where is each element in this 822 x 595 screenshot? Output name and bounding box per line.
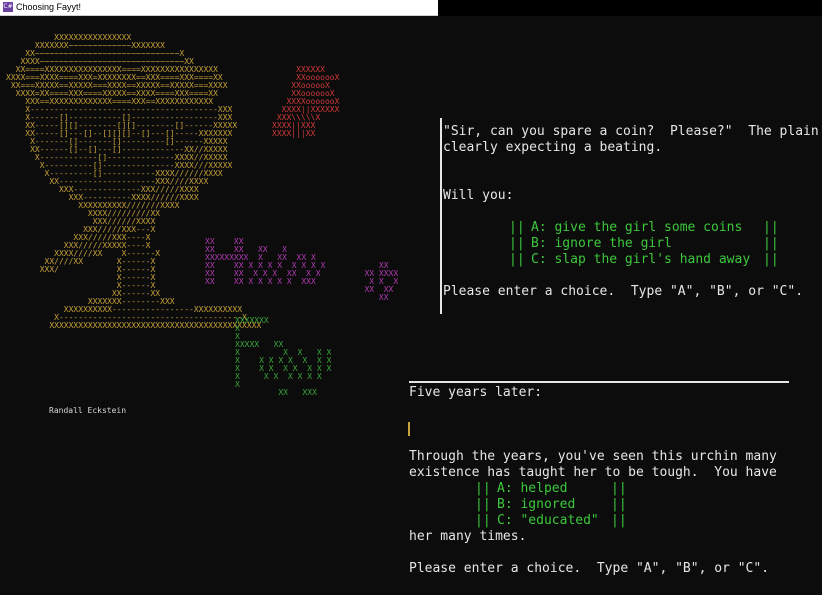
scene2-box-right: || || || <box>611 481 627 528</box>
window-titlebar[interactable]: C# Choosing Fayyt! <box>0 0 438 16</box>
console-app-icon: C# <box>3 2 13 12</box>
scene1-option-a[interactable]: A: give the girl some coins <box>531 220 742 236</box>
scene1-box-left: || || || <box>509 220 525 267</box>
scene1-line2: clearly expecting a beating. <box>443 140 663 155</box>
scene1-line1: "Sir, can you spare a coin? Please?" The… <box>443 124 819 139</box>
subtitle-ascii-art: XXXXXXX X X XXXXX XX X X X X X X X X X X… <box>235 316 332 397</box>
scene1-option-c[interactable]: C: slap the girl's hand away <box>531 252 750 268</box>
scene2-option-c[interactable]: C: "educated" <box>497 513 599 529</box>
scene1-divider <box>440 118 442 314</box>
scene1-box-right: || || || <box>763 220 779 267</box>
window-title: Choosing Fayyt! <box>16 2 82 12</box>
scene2-line2: existence has taught her to be tough. Yo… <box>409 465 777 480</box>
title-ascii-art: XX XX XX XX XX X XXXXXXXXX X XX XX X XX … <box>205 237 326 286</box>
scene2-option-a[interactable]: A: helped <box>497 481 567 497</box>
artist-signature: Randall Eckstein <box>49 406 127 415</box>
scene1-option-b[interactable]: B: ignore the girl <box>531 236 672 252</box>
console-window[interactable]: XXXXXXXXXXXXXXXX XXXXXXX~~~~~~~~~~~~~XXX… <box>0 16 822 595</box>
scene2-instruction: Please enter a choice. Type "A", "B", or… <box>409 561 770 576</box>
scene2-line1: Through the years, you've seen this urch… <box>409 449 777 464</box>
scene1-instruction: Please enter a choice. Type "A", "B", or… <box>443 284 804 299</box>
scene2-divider <box>409 381 789 383</box>
title-ascii-art-right: XX XX XXXX X X X XX XX XX <box>364 261 399 302</box>
hand-ascii-art: XXXXXX XXooooooX XXoooooX XXooooooX XXXX… <box>272 65 340 138</box>
scene2-option-b[interactable]: B: ignored <box>497 497 575 513</box>
scene2-line3: her many times. <box>409 529 527 544</box>
scene2-box-left: || || || <box>475 481 491 528</box>
scene2-cursor-mark <box>408 422 410 436</box>
scene2-heading: Five years later: <box>409 385 543 400</box>
scene1-prompt: Will you: <box>443 188 514 203</box>
